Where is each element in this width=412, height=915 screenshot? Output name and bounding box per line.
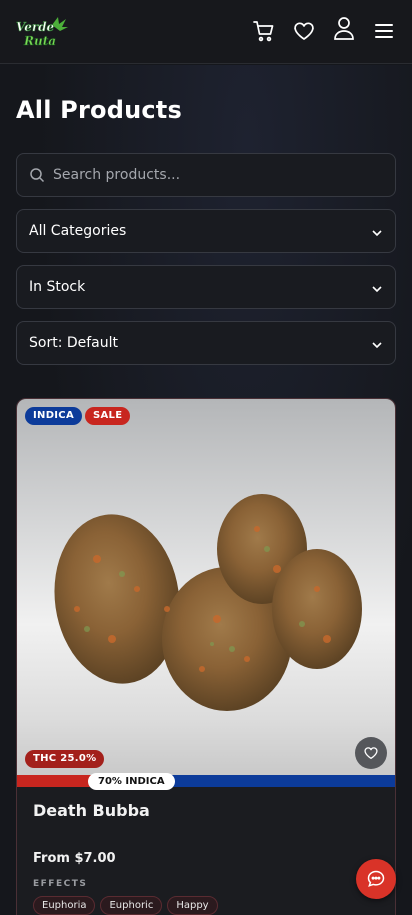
category-select[interactable]: All Categories [16, 209, 396, 253]
strain-ratio-bar [17, 775, 395, 787]
cart-icon[interactable] [251, 18, 277, 44]
category-select-value: All Categories [29, 223, 127, 239]
effect-chip: Happy [167, 896, 218, 915]
logo-word-2: Ruta [23, 34, 56, 48]
site-header: Verde Ruta [0, 0, 412, 64]
stock-select[interactable]: In Stock [16, 265, 396, 309]
menu-icon[interactable] [371, 18, 397, 44]
search-icon [29, 167, 45, 187]
chevron-down-icon [371, 282, 383, 298]
sort-select[interactable]: Sort: Default [16, 321, 396, 365]
site-logo[interactable]: Verde Ruta [14, 15, 68, 49]
chevron-down-icon [371, 226, 383, 242]
heart-icon [364, 747, 378, 759]
search-input[interactable] [53, 154, 383, 196]
effects-list: Euphoria Euphoric Happy [33, 896, 218, 915]
chat-button[interactable] [356, 859, 396, 899]
product-name[interactable]: Death Bubba [33, 801, 150, 820]
strain-ratio-label: 70% INDICA [88, 773, 175, 790]
strain-type-badge: INDICA [25, 407, 82, 425]
heart-icon[interactable] [291, 18, 317, 44]
thc-badge: THC 25.0% [25, 750, 105, 768]
product-image[interactable] [17, 399, 395, 775]
sale-badge: SALE [85, 407, 131, 425]
product-card[interactable]: INDICA SALE THC 25.0% 70% INDICA Death B… [16, 398, 396, 915]
search-field[interactable] [16, 153, 396, 197]
chat-icon [367, 870, 385, 887]
user-icon[interactable] [331, 15, 357, 41]
favorite-button[interactable] [355, 737, 387, 769]
effects-label: EFFECTS [33, 879, 88, 889]
page-title: All Products [16, 96, 182, 124]
chevron-down-icon [371, 338, 383, 354]
effect-chip: Euphoria [33, 896, 96, 915]
effect-chip: Euphoric [100, 896, 163, 915]
stock-select-value: In Stock [29, 279, 86, 295]
sort-select-value: Sort: Default [29, 335, 119, 351]
logo-word-1: Verde [16, 20, 55, 34]
product-price: From $7.00 [33, 851, 116, 866]
